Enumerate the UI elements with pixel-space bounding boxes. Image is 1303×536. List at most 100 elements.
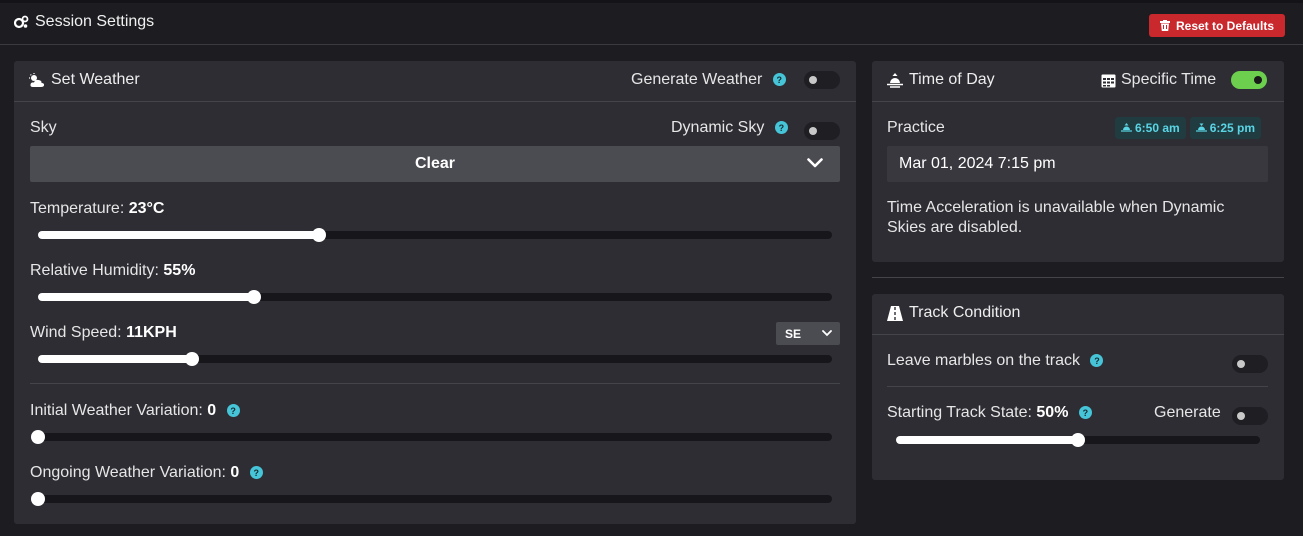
sunset-icon bbox=[1195, 123, 1207, 133]
slider-fill bbox=[38, 355, 193, 363]
slider-thumb[interactable] bbox=[1071, 433, 1085, 447]
slider-fill bbox=[896, 436, 1078, 444]
help-icon[interactable]: ? bbox=[774, 121, 788, 135]
chevron-down-icon bbox=[807, 158, 823, 169]
track-state-text: Starting Track State: bbox=[887, 404, 1032, 421]
generate-weather-label: Generate Weather ? bbox=[631, 71, 786, 89]
wind-speed-label: Wind Speed: 11KPH bbox=[30, 324, 177, 342]
dynamic-sky-toggle[interactable] bbox=[804, 122, 840, 140]
page-header: Session Settings Reset to Defaults bbox=[0, 3, 1303, 45]
slider-fill bbox=[38, 231, 320, 239]
calendar-icon bbox=[1101, 73, 1116, 88]
ongoing-variation-value: 0 bbox=[230, 464, 240, 481]
specific-time-text: Specific Time bbox=[1121, 71, 1217, 88]
track-condition-title: Track Condition bbox=[887, 304, 1020, 322]
sky-label: Sky bbox=[30, 119, 57, 136]
cloud-sun-icon bbox=[29, 72, 45, 88]
slider-thumb[interactable] bbox=[31, 492, 45, 506]
sun-times: 6:50 am 6:25 pm bbox=[1115, 117, 1262, 139]
sunrise-badge: 6:50 am bbox=[1115, 117, 1186, 139]
help-icon[interactable]: ? bbox=[1090, 354, 1104, 368]
track-condition-header: Track Condition bbox=[872, 294, 1284, 335]
track-generate-toggle[interactable] bbox=[1232, 407, 1268, 425]
wind-speed-label-text: Wind Speed: bbox=[30, 324, 122, 341]
dynamic-sky-label: Dynamic Sky ? bbox=[671, 119, 788, 137]
trash-icon bbox=[1159, 20, 1170, 31]
temperature-label-text: Temperature: bbox=[30, 200, 125, 217]
help-icon[interactable]: ? bbox=[1078, 406, 1092, 420]
generate-weather-toggle[interactable] bbox=[804, 71, 840, 89]
temperature-value: 23°C bbox=[128, 200, 165, 217]
temperature-slider[interactable] bbox=[38, 228, 832, 242]
weather-title-text: Set Weather bbox=[51, 71, 140, 88]
chevron-down-icon bbox=[822, 330, 832, 337]
help-icon[interactable]: ? bbox=[249, 466, 263, 480]
track-condition-panel: Track Condition Leave marbles on the tra… bbox=[872, 294, 1284, 480]
initial-variation-value: 0 bbox=[207, 402, 217, 419]
weather-panel-header: Set Weather Generate Weather ? bbox=[14, 61, 856, 102]
time-acceleration-note: Time Acceleration is unavailable when Dy… bbox=[887, 199, 1225, 236]
slider-thumb[interactable] bbox=[246, 290, 261, 304]
wind-direction-value: SE bbox=[785, 327, 802, 341]
weather-panel-title: Set Weather bbox=[29, 71, 140, 89]
weather-divider bbox=[30, 383, 840, 384]
right-column-divider bbox=[872, 277, 1284, 278]
humidity-value: 55% bbox=[163, 262, 196, 279]
time-of-day-title-text: Time of Day bbox=[909, 71, 995, 88]
slider-fill bbox=[38, 293, 254, 301]
toggle-knob bbox=[1254, 76, 1262, 84]
sky-select[interactable]: Clear bbox=[30, 146, 840, 182]
toggle-knob bbox=[1237, 360, 1245, 368]
initial-variation-slider[interactable] bbox=[31, 430, 832, 444]
help-icon[interactable]: ? bbox=[772, 73, 786, 87]
sunset-time: 6:25 pm bbox=[1209, 121, 1256, 135]
toggle-knob bbox=[809, 127, 817, 135]
specific-time-label: Specific Time bbox=[1101, 71, 1216, 89]
slider-thumb[interactable] bbox=[312, 228, 327, 242]
ongoing-variation-text: Ongoing Weather Variation: bbox=[30, 464, 226, 481]
slider-thumb[interactable] bbox=[31, 430, 45, 444]
humidity-slider[interactable] bbox=[38, 290, 832, 304]
date-time-input[interactable]: Mar 01, 2024 7:15 pm bbox=[887, 146, 1268, 182]
ongoing-variation-label: Ongoing Weather Variation: 0 ? bbox=[30, 464, 263, 482]
temperature-label: Temperature: 23°C bbox=[30, 200, 164, 218]
toggle-knob bbox=[1237, 412, 1245, 420]
wind-direction-select[interactable]: SE bbox=[776, 322, 840, 345]
slider-thumb[interactable] bbox=[185, 352, 200, 366]
session-label: Practice bbox=[887, 119, 945, 136]
dynamic-sky-text: Dynamic Sky bbox=[671, 119, 765, 136]
road-icon bbox=[887, 305, 903, 321]
toggle-knob bbox=[809, 76, 817, 84]
track-divider bbox=[887, 386, 1268, 387]
initial-variation-label: Initial Weather Variation: 0 ? bbox=[30, 402, 240, 420]
sunrise-icon bbox=[1121, 123, 1132, 133]
time-of-day-panel: Time of Day Specific Time Practice 6:50 … bbox=[872, 61, 1284, 262]
sunrise-time: 6:50 am bbox=[1135, 121, 1180, 135]
settings-cogs-icon bbox=[14, 15, 29, 29]
sunset-badge: 6:25 pm bbox=[1189, 117, 1262, 139]
time-of-day-title: Time of Day bbox=[887, 71, 995, 89]
track-condition-title-text: Track Condition bbox=[909, 304, 1021, 321]
reset-label: Reset to Defaults bbox=[1175, 18, 1275, 33]
help-icon[interactable]: ? bbox=[226, 404, 240, 418]
marbles-label: Leave marbles on the track ? bbox=[887, 352, 1104, 370]
marbles-toggle[interactable] bbox=[1232, 355, 1268, 373]
time-of-day-header: Time of Day Specific Time bbox=[872, 61, 1284, 102]
weather-panel: Set Weather Generate Weather ? Sky Dynam… bbox=[14, 61, 856, 524]
track-state-label: Starting Track State: 50% ? bbox=[887, 404, 1092, 422]
track-generate-label: Generate bbox=[1154, 404, 1221, 421]
ongoing-variation-slider[interactable] bbox=[31, 492, 832, 506]
generate-weather-text: Generate Weather bbox=[631, 71, 763, 88]
specific-time-toggle[interactable] bbox=[1231, 71, 1267, 89]
wind-speed-value: 11KPH bbox=[126, 324, 177, 341]
humidity-label: Relative Humidity: 55% bbox=[30, 262, 195, 280]
track-state-slider[interactable] bbox=[896, 433, 1260, 447]
reset-to-defaults-button[interactable]: Reset to Defaults bbox=[1149, 14, 1285, 37]
humidity-label-text: Relative Humidity: bbox=[30, 262, 159, 279]
initial-variation-text: Initial Weather Variation: bbox=[30, 402, 203, 419]
page-title: Session Settings bbox=[14, 13, 154, 31]
track-state-value: 50% bbox=[1036, 404, 1069, 421]
page-title-text: Session Settings bbox=[35, 13, 155, 30]
wind-speed-slider[interactable] bbox=[38, 352, 832, 366]
sunrise-icon bbox=[887, 72, 903, 88]
